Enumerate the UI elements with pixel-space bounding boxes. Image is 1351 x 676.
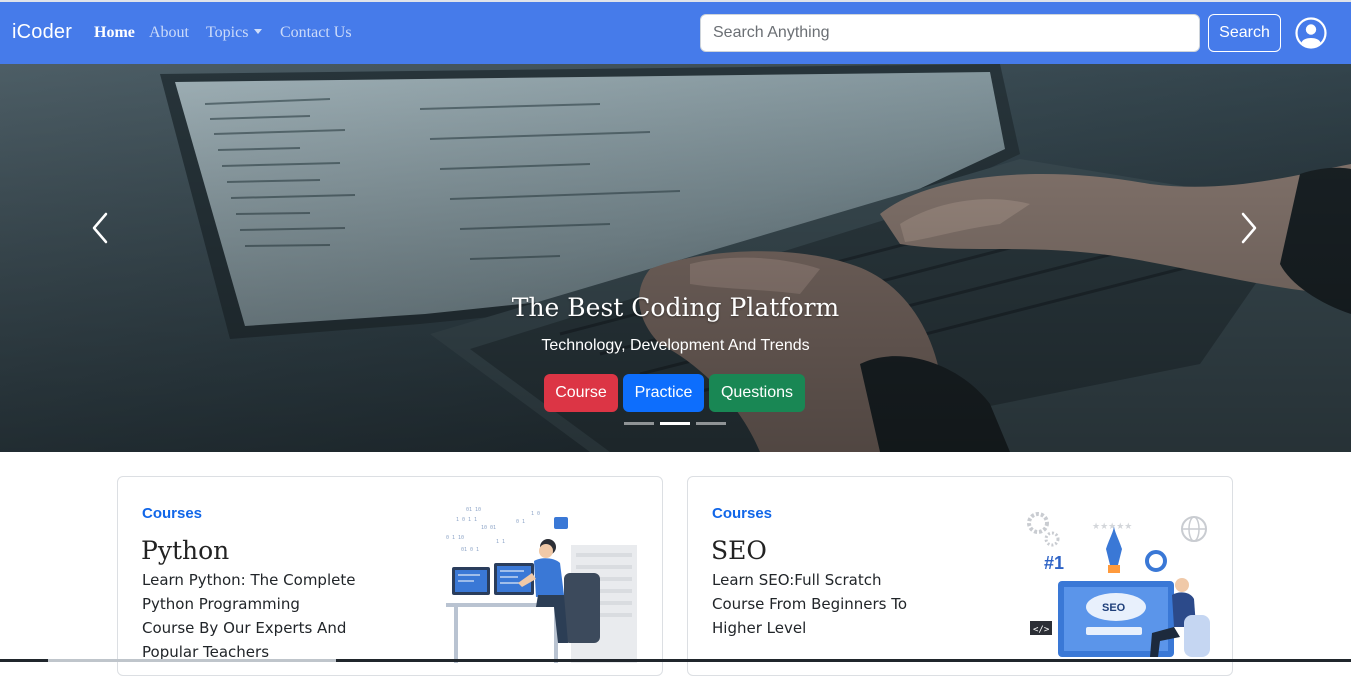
course-card-python: Courses Python Learn Python: The Complet… — [117, 476, 663, 676]
svg-text:01 0 1: 01 0 1 — [461, 547, 479, 553]
nav-link-home[interactable]: Home — [94, 24, 135, 42]
card-category: Courses — [712, 505, 773, 522]
svg-text:10 01: 10 01 — [481, 525, 496, 531]
svg-text:0 1 10: 0 1 10 — [446, 535, 464, 541]
card-text: Learn SEO:Full Scratch Course From Begin… — [712, 571, 908, 637]
nav-link-contact[interactable]: Contact Us — [280, 24, 352, 42]
svg-text:</>: </> — [1033, 625, 1050, 635]
carousel-indicator-2[interactable] — [660, 422, 690, 425]
practice-button[interactable]: Practice — [623, 374, 704, 412]
nav-link-about[interactable]: About — [149, 24, 189, 42]
course-card-seo: Courses SEO Learn SEO:Full Scratch Cours… — [687, 476, 1233, 676]
nav-link-topics-dropdown[interactable]: Topics — [206, 24, 263, 42]
navbar: iCoder Home About Topics Contact Us Sear… — [0, 2, 1351, 64]
course-button[interactable]: Course — [544, 374, 618, 412]
card-title: Python — [141, 536, 230, 565]
svg-text:SEO: SEO — [1102, 602, 1126, 614]
brand-logo[interactable]: iCoder — [12, 21, 72, 44]
svg-text:#1: #1 — [1044, 553, 1064, 573]
card-text: Learn Python: The Complete Python Progra… — [142, 571, 356, 661]
svg-text:1 0 1 1: 1 0 1 1 — [456, 517, 477, 523]
card-category: Courses — [142, 505, 203, 522]
user-circle-icon[interactable] — [1295, 17, 1327, 49]
chevron-right-icon[interactable] — [1233, 210, 1263, 246]
chevron-left-icon[interactable] — [86, 210, 116, 246]
svg-text:01 10: 01 10 — [466, 507, 481, 513]
carousel-indicator-3[interactable] — [696, 422, 726, 425]
seo-illustration: ★★★★★ #1 SEO </> — [1027, 512, 1210, 657]
svg-text:1 1: 1 1 — [496, 539, 505, 545]
nav-link-topics-label: Topics — [206, 24, 249, 41]
hero-subtitle: Technology, Development And Trends — [541, 337, 810, 354]
carousel-indicator-1[interactable] — [624, 422, 654, 425]
svg-text:★★★★★: ★★★★★ — [1092, 522, 1132, 532]
card-title: SEO — [711, 536, 767, 565]
svg-text:1 0: 1 0 — [531, 511, 540, 517]
questions-button[interactable]: Questions — [709, 374, 805, 412]
search-button[interactable]: Search — [1208, 14, 1281, 52]
hero-title: The Best Coding Platform — [511, 293, 840, 322]
svg-text:0 1: 0 1 — [516, 519, 525, 525]
search-input[interactable] — [700, 14, 1200, 52]
caret-down-icon — [254, 29, 263, 34]
hero-carousel: The Best Coding Platform Technology, Dev… — [0, 64, 1351, 452]
developer-illustration: 01 10 1 0 1 1 10 01 0 1 10 1 1 01 0 1 0 1 1 0 — [446, 507, 637, 663]
